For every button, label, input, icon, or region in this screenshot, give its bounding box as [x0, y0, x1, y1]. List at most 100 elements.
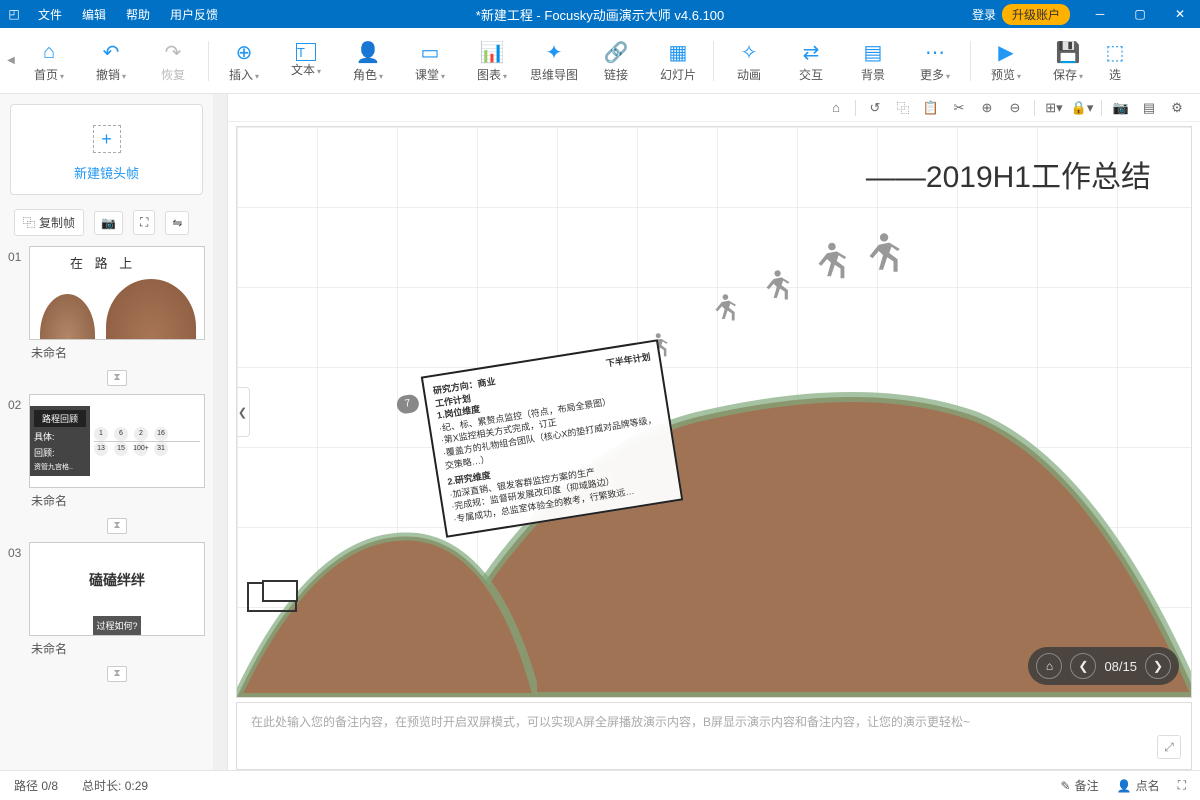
transition-icon[interactable]: ⧗	[29, 363, 205, 390]
insert-button[interactable]: ⊕插入▾	[213, 31, 275, 91]
duration-status: 总时长: 0:29	[82, 777, 148, 794]
interaction-button[interactable]: ⇄交互	[780, 31, 842, 91]
camera-icon: 📷	[101, 216, 116, 230]
canvas-viewport[interactable]: ❮ ——2019H1工作总结 7 研究方向：商	[236, 126, 1192, 698]
home-button[interactable]: ⌂首页▾	[18, 31, 80, 91]
animation-button[interactable]: ✧动画	[718, 31, 780, 91]
login-link[interactable]: 登录	[972, 6, 996, 23]
statusbar: 路径 0/8 总时长: 0:29 ✎备注 👤点名 ⛶	[0, 770, 1200, 800]
rollcall-button[interactable]: 👤点名	[1117, 777, 1160, 794]
settings-button[interactable]: ⚙	[1164, 97, 1190, 119]
slide-item[interactable]: 03 磕磕绊绊 过程如何? 未命名 ⧗	[8, 542, 205, 686]
sidebar-scrollbar[interactable]	[213, 94, 227, 770]
save-icon: 💾	[1056, 38, 1081, 66]
menu-feedback[interactable]: 用户反馈	[160, 6, 228, 23]
transition-icon[interactable]: ⧗	[29, 511, 205, 538]
redo-button[interactable]: ↷恢复	[142, 31, 204, 91]
maximize-button[interactable]: ▢	[1120, 0, 1160, 28]
toggle-tool-button[interactable]: ⇋	[165, 211, 189, 235]
rotate-left-button[interactable]: ↺	[862, 97, 888, 119]
upgrade-button[interactable]: 升级账户	[1002, 4, 1070, 25]
text-button[interactable]: T文本▾	[275, 31, 337, 91]
undo-button[interactable]: ↶撤销▾	[80, 31, 142, 91]
chart-button[interactable]: 📊图表▾	[461, 31, 523, 91]
background-button[interactable]: ▤背景	[842, 31, 904, 91]
canvas-toolbar: ⌂ ↺ ⿻ 📋 ✂ ⊕ ⊖ ⊞▾ 🔒▾ 📷 ▤ ⚙	[228, 94, 1200, 122]
cut-view-button[interactable]: ✂	[946, 97, 972, 119]
copy-icon: ⿻	[23, 214, 35, 231]
nav-home-button[interactable]: ⌂	[1036, 653, 1062, 679]
fullscreen-button[interactable]: ⛶	[1178, 778, 1186, 793]
app-logo: ◰	[0, 7, 28, 21]
link-button[interactable]: 🔗链接	[585, 31, 647, 91]
align-button[interactable]: ⊞▾	[1041, 97, 1067, 119]
home-view-button[interactable]: ⌂	[823, 97, 849, 119]
camera-tool-button[interactable]: 📷	[94, 211, 123, 235]
titlebar: ◰ 文件 编辑 帮助 用户反馈 *新建工程 - Focusky动画演示大师 v4…	[0, 0, 1200, 28]
canvas-area: ⌂ ↺ ⿻ 📋 ✂ ⊕ ⊖ ⊞▾ 🔒▾ 📷 ▤ ⚙ ❮ ——2019H1工作总结	[228, 94, 1200, 770]
minimize-button[interactable]: ─	[1080, 0, 1120, 28]
copy-view-button[interactable]: ⿻	[890, 97, 916, 119]
layers-button[interactable]: ▤	[1136, 97, 1162, 119]
play-icon: ▶	[998, 38, 1013, 66]
mindmap-icon: ✦	[546, 38, 563, 66]
zoom-out-button[interactable]: ⊖	[1002, 97, 1028, 119]
person-icon: 👤	[1117, 779, 1132, 793]
save-button[interactable]: 💾保存▾	[1037, 31, 1099, 91]
canvas-title-text[interactable]: ——2019H1工作总结	[866, 152, 1151, 196]
notes-placeholder: 在此处输入您的备注内容，在预览时开启双屏模式，可以实现A屏全屏播放演示内容，B屏…	[251, 715, 970, 729]
slide-item[interactable]: 02 路程回顾 具体: 回顾: 资管九宫格.. 1	[8, 394, 205, 538]
expand-notes-button[interactable]: ⤢	[1157, 735, 1181, 759]
slide-item[interactable]: 01 在 路 上 未命名 ⧗	[8, 246, 205, 390]
paste-view-button[interactable]: 📋	[918, 97, 944, 119]
interaction-icon: ⇄	[803, 38, 820, 66]
fullscreen-icon: ⛶	[1178, 778, 1186, 793]
copy-frame-button[interactable]: ⿻复制帧	[14, 209, 84, 236]
notes-toggle-button[interactable]: ✎备注	[1061, 777, 1099, 794]
background-icon: ▤	[864, 38, 883, 66]
home-icon: ⌂	[43, 38, 55, 66]
slide-thumbnail[interactable]: 路程回顾 具体: 回顾: 资管九宫格.. 1 6 2 16	[29, 394, 205, 488]
close-button[interactable]: ✕	[1160, 0, 1200, 28]
runner-icon	[757, 257, 795, 312]
slideshow-button[interactable]: ▦幻灯片	[647, 31, 709, 91]
capture-button[interactable]: 📷	[1108, 97, 1134, 119]
preview-button[interactable]: ▶预览▾	[975, 31, 1037, 91]
nav-prev-button[interactable]: ❮	[1070, 653, 1096, 679]
more-button[interactable]: ⋯更多▾	[904, 31, 966, 91]
mindmap-button[interactable]: ✦思维导图	[523, 31, 585, 91]
select-icon: ⬚	[1106, 38, 1125, 66]
runner-icon	[857, 217, 907, 287]
nav-next-button[interactable]: ❯	[1145, 653, 1171, 679]
board-icon: ▭	[421, 38, 440, 66]
more-icon: ⋯	[925, 38, 945, 66]
plus-icon: +	[93, 125, 121, 153]
slide-thumbnail[interactable]: 磕磕绊绊 过程如何?	[29, 542, 205, 636]
redo-icon: ↷	[165, 38, 182, 66]
slide-thumbnail[interactable]: 在 路 上	[29, 246, 205, 340]
scan-tool-button[interactable]: ⛶	[133, 210, 155, 235]
transition-icon[interactable]: ⧗	[29, 659, 205, 686]
runner-icon	[707, 282, 741, 332]
main-area: + 新建镜头帧 ⿻复制帧 📷 ⛶ ⇋ 01 在 路 上	[0, 94, 1200, 770]
ribbon-toolbar: ◀ ⌂首页▾ ↶撤销▾ ↷恢复 ⊕插入▾ T文本▾ 👤角色▾ ▭课堂▾ 📊图表▾…	[0, 28, 1200, 94]
insert-icon: ⊕	[236, 38, 253, 66]
lock-button[interactable]: 🔒▾	[1069, 97, 1095, 119]
zoom-in-button[interactable]: ⊕	[974, 97, 1000, 119]
menu-edit[interactable]: 编辑	[72, 6, 116, 23]
new-frame-button[interactable]: + 新建镜头帧	[10, 104, 203, 195]
animation-icon: ✧	[741, 38, 758, 66]
character-button[interactable]: 👤角色▾	[337, 31, 399, 91]
ribbon-scroll-left[interactable]: ◀	[4, 28, 18, 93]
text-icon: T	[296, 43, 316, 61]
notes-area[interactable]: 在此处输入您的备注内容，在预览时开启双屏模式，可以实现A屏全屏播放演示内容，B屏…	[236, 702, 1192, 770]
select-button[interactable]: ⬚选	[1099, 31, 1131, 91]
classroom-button[interactable]: ▭课堂▾	[399, 31, 461, 91]
menu-file[interactable]: 文件	[28, 6, 72, 23]
undo-icon: ↶	[103, 38, 120, 66]
menu-help[interactable]: 帮助	[116, 6, 160, 23]
runner-icon	[807, 227, 853, 293]
small-frame-inner[interactable]	[262, 580, 298, 602]
frame-counter: 08/15	[1104, 659, 1137, 674]
path-status: 路径 0/8	[14, 777, 58, 794]
